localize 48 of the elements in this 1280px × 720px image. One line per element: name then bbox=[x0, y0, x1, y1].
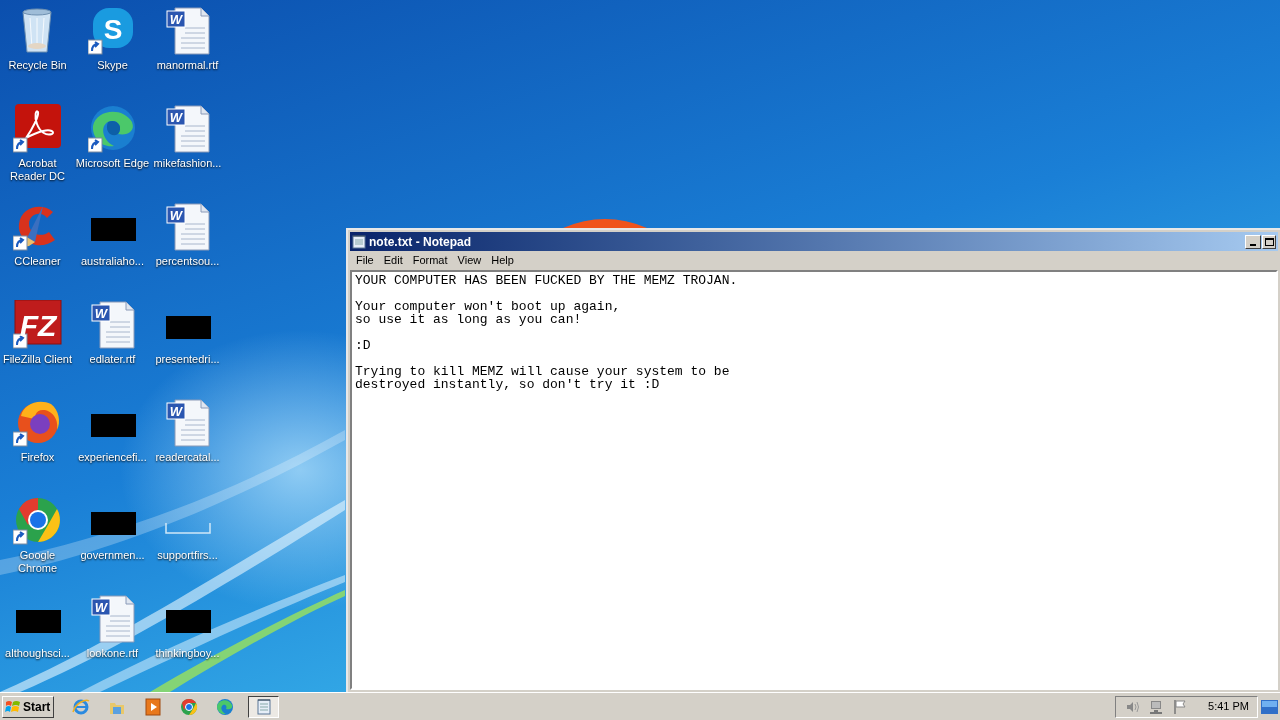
show-desktop-icon[interactable] bbox=[1261, 699, 1278, 714]
icon-label[interactable]: Microsoft Edge bbox=[75, 157, 150, 170]
icon-label[interactable]: readercatal... bbox=[155, 451, 220, 464]
menu-item[interactable]: File bbox=[351, 252, 379, 269]
edge-icon[interactable] bbox=[216, 697, 234, 716]
start-button[interactable]: Start bbox=[2, 695, 54, 718]
menu-item[interactable]: Edit bbox=[378, 252, 408, 269]
icon-label[interactable]: manormal.rtf bbox=[156, 59, 219, 72]
icon-label[interactable]: edlater.rtf bbox=[89, 353, 136, 366]
text-paragraph: YOUR COMPUTER HAS BEEN FUCKED BY THE MEMZ TROJAN. bbox=[355, 274, 739, 287]
minimize-icon bbox=[1250, 243, 1256, 246]
maximize-icon bbox=[1264, 237, 1274, 246]
icon-label[interactable]: Firefox bbox=[20, 451, 55, 464]
icon-label[interactable]: thinkingboy... bbox=[155, 647, 220, 660]
menu-item[interactable]: Format bbox=[407, 252, 453, 269]
icon-label[interactable]: Google Chrome bbox=[17, 549, 58, 575]
windows-logo-icon bbox=[5, 699, 21, 714]
text-paragraph: :D bbox=[355, 339, 372, 352]
maximize-button[interactable] bbox=[1262, 234, 1276, 249]
window-title: note.txt - Notepad bbox=[369, 234, 471, 249]
internet-explorer-icon[interactable] bbox=[72, 697, 90, 716]
icon-label[interactable]: FileZilla Client bbox=[2, 353, 73, 366]
icon-label[interactable]: governmen... bbox=[80, 549, 145, 562]
icon-label[interactable]: althoughsci... bbox=[5, 647, 70, 660]
menu-item[interactable]: Help bbox=[486, 252, 519, 269]
network-icon[interactable] bbox=[1148, 698, 1165, 715]
text-paragraph: Trying to kill MEMZ will cause your system to be destroyed instantly, so don't try it :D bbox=[355, 365, 731, 391]
media-player-icon[interactable] bbox=[144, 697, 162, 716]
icon-label[interactable]: percentsou... bbox=[155, 255, 220, 268]
icon-label[interactable]: supportfirs... bbox=[157, 549, 218, 562]
icon-label[interactable]: Recycle Bin bbox=[8, 59, 67, 72]
chrome-icon[interactable] bbox=[180, 697, 198, 716]
text-paragraph: Your computer won't boot up again, so use it as long as you can! bbox=[355, 300, 622, 326]
menu-item[interactable]: View bbox=[452, 252, 487, 269]
taskbar-button[interactable] bbox=[248, 695, 279, 718]
icon-label[interactable]: lookone.rtf bbox=[86, 647, 139, 660]
notepad-icon bbox=[352, 234, 366, 249]
notepad-icon bbox=[254, 697, 273, 716]
flag-icon[interactable] bbox=[1172, 698, 1189, 715]
minimize-button[interactable] bbox=[1245, 234, 1261, 249]
icon-label[interactable]: CCleaner bbox=[14, 255, 61, 268]
icon-label[interactable]: mikefashion... bbox=[153, 157, 222, 170]
icon-label[interactable]: Acrobat Reader DC bbox=[10, 157, 65, 183]
icon-label[interactable]: Skype bbox=[97, 59, 128, 72]
icon-label[interactable]: presentedri... bbox=[155, 353, 220, 366]
icon-label[interactable]: australiaho... bbox=[81, 255, 144, 268]
icon-label[interactable]: experiencefi... bbox=[78, 451, 147, 464]
clock-time[interactable]: 5:41 PM bbox=[1208, 698, 1249, 715]
